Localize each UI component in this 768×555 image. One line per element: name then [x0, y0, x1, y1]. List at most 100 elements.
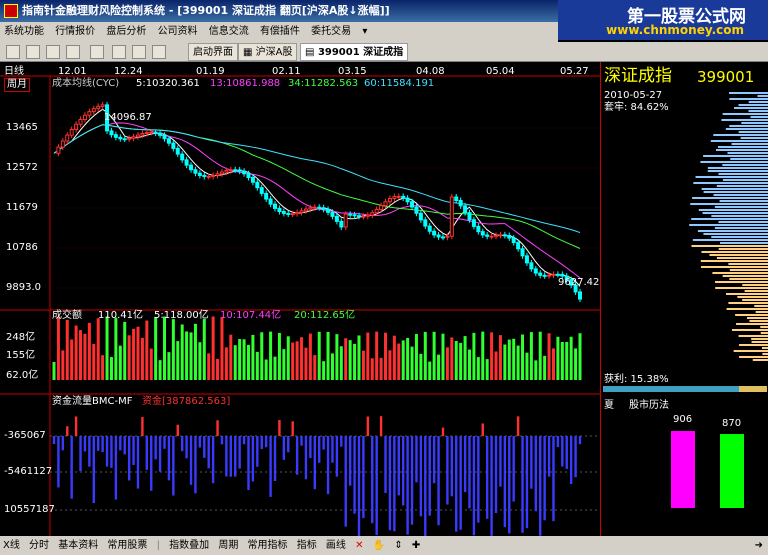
candle: [171, 142, 176, 149]
flow-bar: [158, 436, 162, 472]
hand-icon[interactable]: ✋: [370, 536, 388, 555]
candle: [273, 203, 278, 209]
flow-bar: [242, 436, 246, 445]
volume-bar: [198, 342, 202, 380]
chip-bar: [703, 191, 768, 193]
tab-overlay-index[interactable]: 指数叠加: [166, 536, 212, 555]
chip-bar: [703, 233, 768, 235]
candle: [82, 114, 87, 120]
candle: [476, 225, 481, 233]
volume-bar: [498, 335, 502, 380]
flow-bar: [539, 436, 542, 536]
flow-bar: [410, 436, 414, 525]
flow-bar: [220, 436, 224, 445]
flow-bar: [450, 436, 454, 497]
flow-bar: [384, 436, 387, 494]
menu-analysis[interactable]: 盘后分析: [102, 22, 150, 42]
flow-bar: [578, 436, 582, 445]
chip-bar: [735, 314, 768, 316]
volume-bar: [507, 339, 511, 380]
tab-index-399001[interactable]: ▤ 399001 深证成指: [300, 43, 409, 61]
chip-bar: [729, 92, 768, 94]
volume-bar: [180, 324, 184, 380]
volume-bar: [149, 348, 153, 380]
status-bar: X线 分时 基本资料 常用股票 | 指数叠加 周期 常用指标 指标 画线 ✕ ✋…: [0, 536, 768, 555]
chip-bar: [750, 116, 768, 118]
volume-bar: [251, 334, 255, 380]
chip-bar: [722, 179, 768, 181]
menu-info[interactable]: 信息交流: [205, 22, 253, 42]
menu-company[interactable]: 公司资料: [154, 22, 202, 42]
flow-bar: [88, 436, 91, 467]
profit-bar: [739, 386, 767, 392]
menu-system[interactable]: 系统功能: [0, 22, 48, 42]
volume-bar: [300, 337, 304, 380]
volume-bar: [154, 317, 158, 380]
flow-tick: 10557187: [4, 504, 55, 515]
volume-bar: [79, 330, 83, 380]
chip-bar: [718, 146, 768, 148]
flow-bar: [309, 436, 312, 459]
tab-indicator[interactable]: 指标: [294, 536, 320, 555]
flow-bar: [512, 436, 515, 502]
calendar-bar-label: 870: [722, 418, 742, 429]
flow-bar: [322, 436, 325, 450]
compare-icon[interactable]: [152, 45, 166, 59]
menu-plugins[interactable]: 有偿插件: [256, 22, 304, 42]
candle: [396, 195, 401, 198]
cycle-selector[interactable]: 周月: [4, 78, 30, 92]
flow-bar: [340, 436, 343, 447]
price-tick: 12572: [6, 162, 38, 173]
arrow-right-icon[interactable]: ➜: [752, 536, 766, 555]
flow-bar: [260, 436, 263, 450]
candle: [312, 206, 317, 209]
chart-area[interactable]: 日线 周月 成本均线(CYC) 5:10320.361 13:10861.988…: [0, 62, 600, 536]
move-icon[interactable]: ⇕: [391, 536, 405, 555]
key-icon[interactable]: [6, 45, 20, 59]
flow-bar: [468, 436, 471, 509]
tab-a-shares[interactable]: ▦ 沪深A股: [238, 43, 298, 61]
calendar-title: 股市历法: [629, 400, 669, 411]
flow-bar: [525, 436, 529, 529]
chip-bar: [700, 266, 768, 268]
volume-bar: [83, 333, 87, 380]
menu-trade[interactable]: 委托交易: [307, 22, 355, 42]
period-label[interactable]: 日线: [4, 66, 24, 78]
chip-bar: [727, 152, 768, 154]
date-tick: 12.01: [58, 66, 87, 77]
calendar-icon[interactable]: [66, 45, 80, 59]
volume-bar: [406, 337, 410, 380]
volume-bar: [317, 331, 321, 380]
volume-bar: [326, 331, 330, 380]
chip-bar: [697, 230, 768, 232]
pen-icon[interactable]: [132, 45, 146, 59]
volume-bar: [379, 357, 383, 380]
search-icon[interactable]: [90, 45, 104, 59]
flow-bar: [366, 416, 370, 436]
volume-bar: [547, 333, 551, 380]
candle: [264, 192, 269, 200]
back-icon[interactable]: [112, 45, 126, 59]
flow-bar: [304, 436, 308, 480]
volume-bar: [207, 353, 211, 380]
volume-bar: [525, 352, 529, 380]
tab-drawing[interactable]: 画线: [323, 536, 349, 555]
menu-quotes[interactable]: 行情报价: [51, 22, 99, 42]
candle: [436, 234, 441, 238]
close-icon[interactable]: ✕: [352, 536, 366, 555]
chevron-down-icon[interactable]: ▾: [358, 22, 371, 42]
list-icon[interactable]: [46, 45, 60, 59]
tab-favorites[interactable]: 常用股票: [104, 536, 150, 555]
tab-common-indicators[interactable]: 常用指标: [245, 536, 291, 555]
chart-icon[interactable]: [26, 45, 40, 59]
price-tick: 13465: [6, 122, 38, 133]
tab-intraday[interactable]: 分时: [26, 536, 52, 555]
zoom-icon[interactable]: ✚: [409, 536, 423, 555]
candle: [215, 173, 220, 176]
candle: [542, 274, 547, 277]
candle: [414, 206, 419, 214]
tab-period[interactable]: 周期: [215, 536, 241, 555]
tab-kline[interactable]: X线: [0, 536, 23, 555]
tab-fundamentals[interactable]: 基本资料: [55, 536, 101, 555]
tab-start[interactable]: 启动界面: [188, 43, 238, 61]
